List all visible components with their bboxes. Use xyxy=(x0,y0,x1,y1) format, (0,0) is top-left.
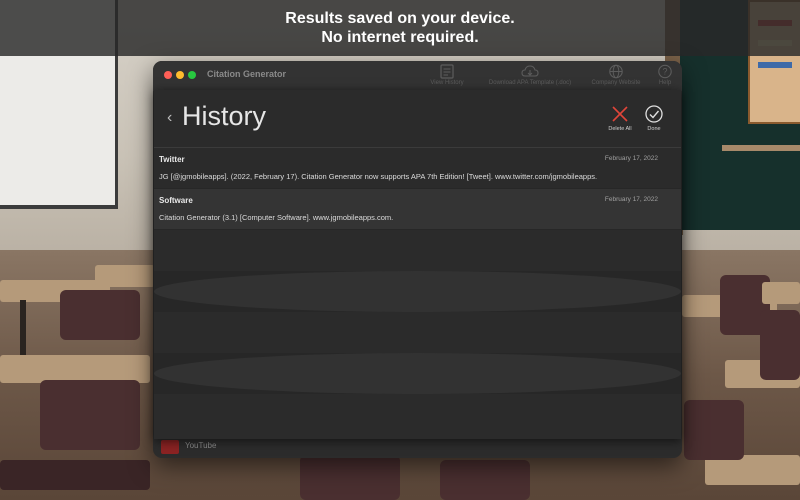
promo-banner: Results saved on your device. No interne… xyxy=(0,0,800,56)
bulletin-poster xyxy=(758,62,792,68)
close-window-button[interactable] xyxy=(164,71,172,79)
empty-list-row xyxy=(154,271,681,312)
citation-text: JG [@jgmobileapps]. (2022, February 17).… xyxy=(159,172,598,181)
student-chair xyxy=(684,400,744,460)
done-button[interactable]: Done xyxy=(637,105,671,132)
toolbar-view-history-label: View History xyxy=(430,80,464,86)
empty-list-row xyxy=(154,312,681,353)
history-icon xyxy=(440,64,454,79)
window-titlebar: Citation Generator View History Download… xyxy=(153,61,682,91)
help-icon: ? xyxy=(658,64,672,79)
chevron-left-icon[interactable]: ‹ xyxy=(167,109,172,127)
banner-line-1: Results saved on your device. xyxy=(285,10,515,27)
cloud-download-icon xyxy=(521,65,539,77)
student-chair xyxy=(760,310,800,380)
desk-leg xyxy=(20,300,26,360)
done-label: Done xyxy=(647,126,661,132)
citation-type: Software xyxy=(159,196,193,205)
youtube-icon xyxy=(161,440,179,454)
student-chair xyxy=(40,380,140,450)
globe-icon xyxy=(609,64,623,79)
delete-all-label: Delete All xyxy=(608,126,632,132)
toolbar-download-template-label: Download APA Template (.doc) xyxy=(488,80,572,86)
student-chair xyxy=(60,290,140,340)
student-chair xyxy=(300,455,400,500)
toolbar-company-website-label: Company Website xyxy=(591,80,641,86)
chair-seat xyxy=(0,460,150,490)
citation-date: February 17, 2022 xyxy=(604,155,658,162)
history-list-item[interactable]: Twitter February 17, 2022 JG [@jgmobilea… xyxy=(154,148,681,188)
toolbar-company-website-button[interactable]: Company Website xyxy=(586,64,646,86)
student-desk xyxy=(95,265,155,287)
toolbar-view-history-button[interactable]: View History xyxy=(423,64,471,86)
citation-date: February 17, 2022 xyxy=(604,196,658,203)
zoom-window-button[interactable] xyxy=(188,71,196,79)
citation-type: Twitter xyxy=(159,155,185,164)
minimize-window-button[interactable] xyxy=(176,71,184,79)
chalk-shelf xyxy=(722,145,800,151)
toolbar-help-button[interactable]: ? Help xyxy=(650,64,680,86)
history-list-item[interactable]: Software February 17, 2022 Citation Gene… xyxy=(154,189,681,229)
student-desk xyxy=(0,355,150,383)
empty-list-row xyxy=(154,394,681,439)
student-chair xyxy=(440,460,530,500)
student-desk xyxy=(762,282,800,304)
svg-text:?: ? xyxy=(662,67,667,77)
toolbar-download-template-button[interactable]: Download APA Template (.doc) xyxy=(478,64,582,86)
background-list-item-label: YouTube xyxy=(185,441,217,450)
history-header: ‹ History Delete All Done xyxy=(154,90,681,148)
empty-list-row xyxy=(154,353,681,394)
window-title: Citation Generator xyxy=(207,69,287,79)
toolbar-help-label: Help xyxy=(658,80,672,86)
citation-text: Citation Generator (3.1) [Computer Softw… xyxy=(159,213,394,222)
background-list-item-youtube: YouTube xyxy=(157,439,357,455)
empty-list-row xyxy=(154,230,681,271)
delete-all-button[interactable]: Delete All xyxy=(603,105,637,132)
close-icon xyxy=(612,106,628,122)
history-sheet: ‹ History Delete All Done Twitter Februa… xyxy=(154,90,681,439)
banner-line-2: No internet required. xyxy=(321,29,479,46)
checkmark-circle-icon xyxy=(645,105,663,123)
page-title: History xyxy=(182,101,267,131)
